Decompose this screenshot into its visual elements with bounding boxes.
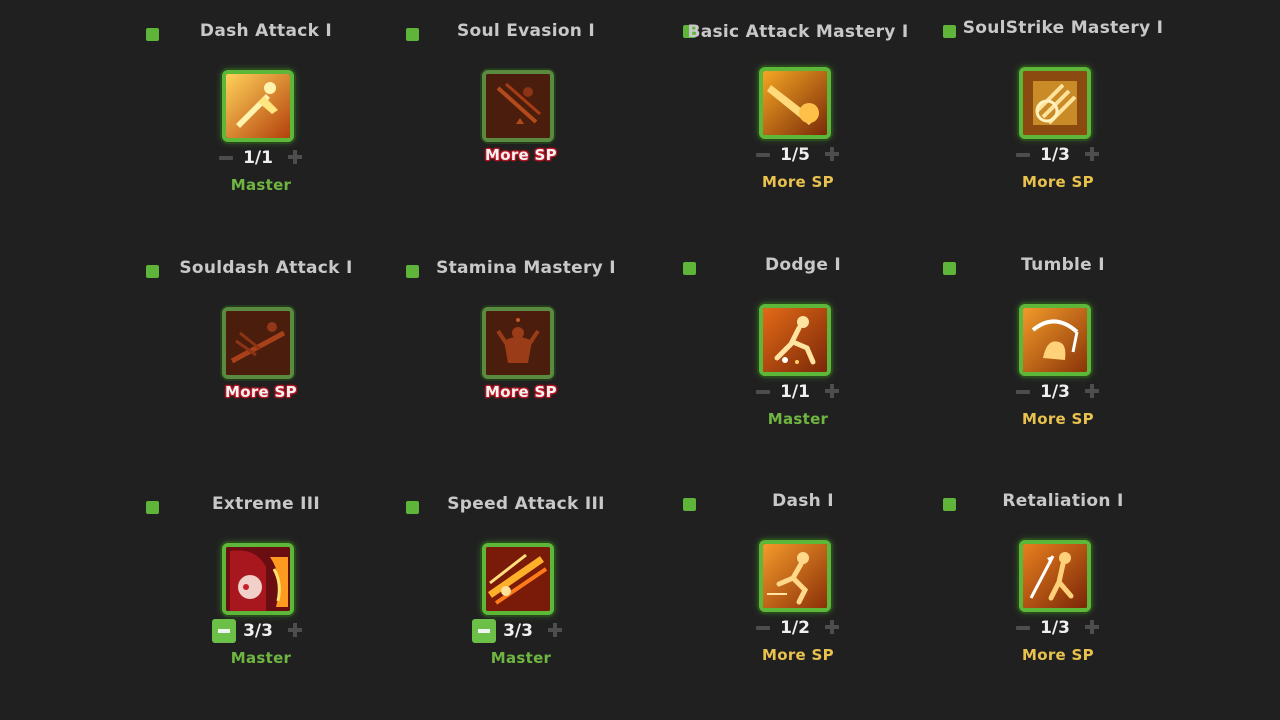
increase-level-button[interactable] [825,384,839,398]
skill-name: Dodge I [764,255,841,275]
skill-name: Basic Attack Mastery I [687,22,909,42]
skill-status: More SP [762,646,834,664]
skill-status: Master [490,649,552,667]
skill-level: 3/3 [243,621,273,641]
skill-level: 1/3 [1040,382,1070,402]
skill-stamina-mastery[interactable]: Stamina Mastery I More SP [406,258,636,465]
skill-dash-attack[interactable]: Dash Attack I 1/1 Master [146,21,376,228]
skill-status: More SP [762,173,834,191]
retaliation-icon[interactable] [1019,540,1091,612]
dodge-icon[interactable] [759,304,831,376]
increase-level-button[interactable] [1085,384,1099,398]
skill-souldash-attack[interactable]: Souldash Attack I More SP [146,258,376,465]
decrease-level-button[interactable] [756,626,770,630]
dash-attack-icon[interactable] [222,70,294,142]
skill-soulstrike-mastery[interactable]: SoulStrike Mastery I 1/3 More SP [943,18,1173,225]
skill-name: SoulStrike Mastery I [962,18,1164,38]
skill-name: Dash Attack I [199,21,333,41]
increase-level-button[interactable] [288,623,302,637]
skill-level: 1/1 [780,382,810,402]
skill-name: Dash I [772,491,834,511]
increase-level-button[interactable] [288,150,302,164]
skill-tumble[interactable]: Tumble I 1/3 More SP [943,255,1173,462]
skill-dodge[interactable]: Dodge I 1/1 Master [683,255,913,462]
skill-level: 3/3 [503,621,533,641]
skill-level: 1/1 [243,148,273,168]
skill-extreme[interactable]: Extreme III 3/3 Master [146,494,376,701]
extreme-portrait-icon[interactable] [222,543,294,615]
skill-name: Extreme III [211,494,321,514]
skill-soul-evasion[interactable]: Soul Evasion I More SP [406,21,636,228]
skill-name: Soul Evasion I [456,21,596,41]
decrease-level-button[interactable] [756,153,770,157]
soulstrike-mastery-icon[interactable] [1019,67,1091,139]
speed-attack-icon[interactable] [482,543,554,615]
increase-level-button[interactable] [825,620,839,634]
skill-name: Tumble I [1021,255,1105,275]
stamina-mastery-icon[interactable] [482,307,554,379]
skill-name: Souldash Attack I [179,258,353,278]
skill-name: Speed Attack III [447,494,605,514]
skill-status: More SP [485,383,557,401]
skill-level: 1/3 [1040,145,1070,165]
decrease-level-button[interactable] [756,390,770,394]
increase-level-button[interactable] [548,623,562,637]
increase-level-button[interactable] [825,147,839,161]
skill-speed-attack[interactable]: Speed Attack III 3/3 Master [406,494,636,701]
skill-level: 1/3 [1040,618,1070,638]
skill-name: Stamina Mastery I [436,258,616,278]
skill-status: More SP [225,383,297,401]
skill-dash[interactable]: Dash I 1/2 More SP [683,491,913,698]
skill-level: 1/2 [780,618,810,638]
skill-status: More SP [1022,410,1094,428]
skill-status: More SP [485,146,557,164]
decrease-level-button[interactable] [472,619,496,643]
skill-status: More SP [1022,173,1094,191]
decrease-level-button[interactable] [219,156,233,160]
basic-attack-mastery-icon[interactable] [759,67,831,139]
skill-level: 1/5 [780,145,810,165]
skill-name: Retaliation I [1002,491,1124,511]
skill-status: Master [230,176,292,194]
souldash-attack-icon[interactable] [222,307,294,379]
increase-level-button[interactable] [1085,147,1099,161]
decrease-level-button[interactable] [1016,390,1030,394]
skill-status: More SP [1022,646,1094,664]
decrease-level-button[interactable] [1016,626,1030,630]
skill-retaliation[interactable]: Retaliation I 1/3 More SP [943,491,1173,698]
soul-evasion-icon[interactable] [482,70,554,142]
skill-status: Master [230,649,292,667]
decrease-level-button[interactable] [1016,153,1030,157]
skill-status: Master [767,410,829,428]
tumble-icon[interactable] [1019,304,1091,376]
decrease-level-button[interactable] [212,619,236,643]
dash-icon[interactable] [759,540,831,612]
increase-level-button[interactable] [1085,620,1099,634]
skill-basic-attack-mastery[interactable]: Basic Attack Mastery I 1/5 More SP [683,22,913,225]
